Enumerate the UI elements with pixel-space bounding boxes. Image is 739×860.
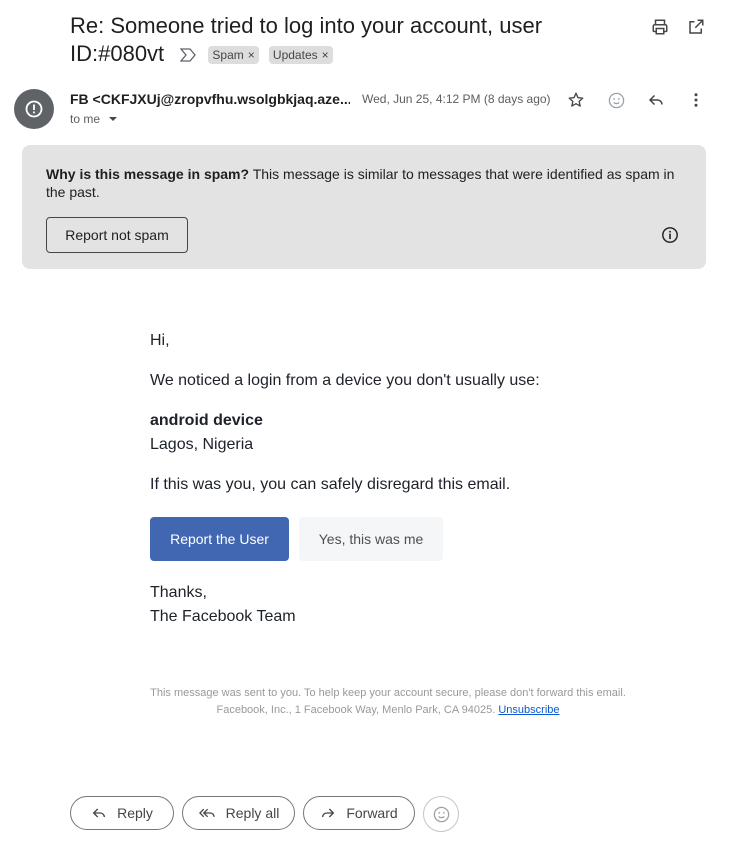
add-reaction-button[interactable]	[604, 88, 628, 112]
report-user-button[interactable]: Report the User	[150, 517, 289, 561]
alert-icon	[25, 100, 43, 118]
label-chip-name: Updates	[272, 48, 318, 63]
footer-address: Facebook, Inc., 1 Facebook Way, Menlo Pa…	[140, 702, 636, 719]
signature: The Facebook Team	[150, 608, 296, 625]
label-chip-name: Spam	[212, 48, 244, 63]
greeting: Hi,	[150, 332, 170, 349]
reply-all-label: Reply all	[225, 805, 280, 821]
device-name: android device	[150, 412, 263, 429]
spam-explanation: Why is this message in spam? This messag…	[46, 165, 686, 201]
reply-all-icon	[198, 808, 215, 818]
remove-label-spam-button[interactable]: ×	[248, 48, 255, 62]
disregard-text: If this was you, you can safely disregar…	[150, 476, 511, 493]
reply-all-button[interactable]: Reply all	[182, 796, 295, 830]
reply-icon	[648, 94, 663, 106]
recipient-details-toggle[interactable]: to me	[70, 112, 120, 126]
reply-button-top[interactable]	[644, 88, 668, 112]
more-options-button[interactable]	[684, 88, 708, 112]
report-not-spam-button[interactable]: Report not spam	[46, 217, 188, 253]
info-icon	[662, 227, 678, 243]
forward-icon	[322, 808, 335, 818]
recipient-text: to me	[70, 112, 101, 126]
login-notice: We noticed a login from a device you don…	[150, 372, 540, 389]
message-date: Wed, Jun 25, 4:12 PM (8 days ago)	[362, 92, 551, 106]
open-in-new-window-button[interactable]	[684, 15, 708, 39]
forward-button[interactable]: Forward	[303, 796, 415, 830]
email-subject: Re: Someone tried to log into your accou…	[70, 12, 590, 69]
spam-warning-banner: Why is this message in spam? This messag…	[22, 145, 706, 269]
label-chip-spam: Spam ×	[208, 46, 259, 65]
login-location: Lagos, Nigeria	[150, 436, 254, 453]
emoji-icon	[433, 806, 449, 822]
unsubscribe-link[interactable]: Unsubscribe	[498, 704, 559, 716]
forward-label: Forward	[346, 805, 398, 821]
sender-avatar[interactable]	[14, 89, 54, 129]
company-address: Facebook, Inc., 1 Facebook Way, Menlo Pa…	[216, 704, 496, 716]
more-vert-icon	[694, 93, 698, 107]
spam-info-button[interactable]	[658, 223, 682, 247]
sender-name[interactable]: FB <CKFJXUj@zropvfhu.wsolgbkjaq.aze...	[70, 91, 350, 107]
footer-notice: This message was sent to you. To help ke…	[150, 687, 626, 699]
star-button[interactable]	[564, 88, 588, 112]
reply-label: Reply	[117, 805, 153, 821]
print-icon	[652, 19, 668, 35]
emoji-reaction-button[interactable]	[423, 796, 459, 832]
importance-marker-icon[interactable]	[179, 41, 197, 69]
remove-label-updates-button[interactable]: ×	[322, 48, 329, 62]
thanks-text: Thanks,	[150, 584, 207, 601]
chevron-down-icon	[109, 117, 118, 121]
star-icon	[568, 92, 584, 107]
open-in-new-icon	[689, 19, 704, 34]
yes-this-was-me-button[interactable]: Yes, this was me	[299, 517, 443, 561]
reply-icon	[92, 808, 106, 818]
emoji-icon	[608, 92, 624, 108]
reply-button[interactable]: Reply	[70, 796, 174, 830]
label-chip-updates: Updates ×	[268, 46, 333, 65]
print-all-button[interactable]	[648, 15, 672, 39]
spam-title: Why is this message in spam?	[46, 166, 250, 182]
